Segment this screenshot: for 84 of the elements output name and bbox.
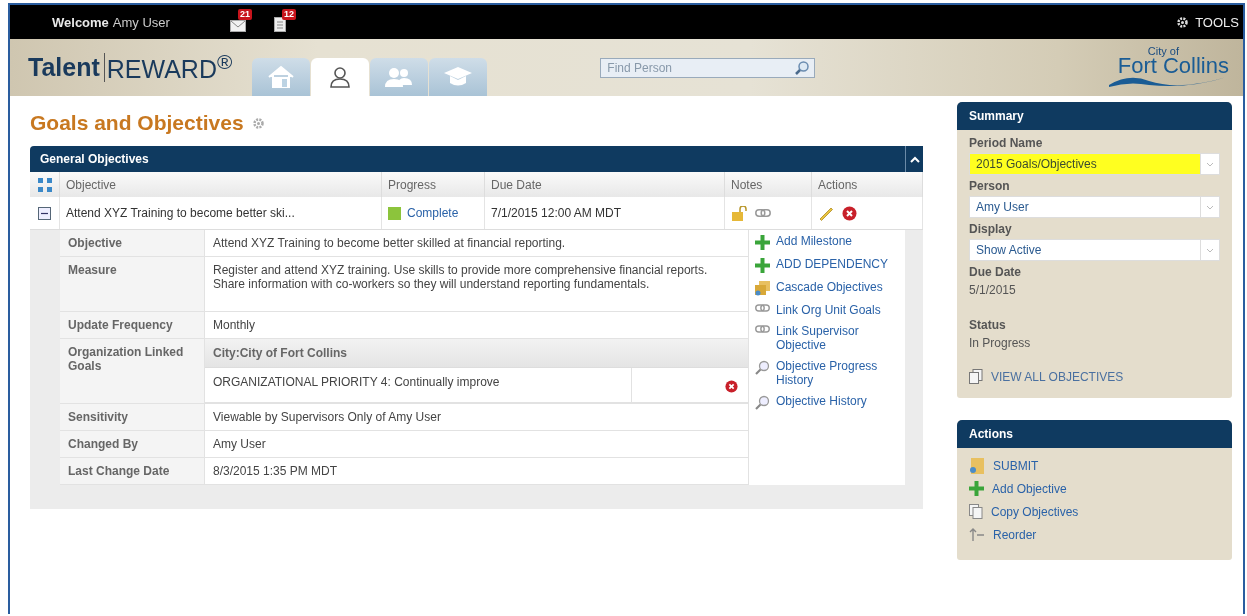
action-link[interactable]: ADD DEPENDENCY [776,257,889,271]
detail-label: Organization Linked Goals [60,339,205,404]
field-label: Status [969,318,1007,332]
detail-value: Amy User [205,431,748,458]
linked-goal: ORGANIZATIONAL PRIORITY 4: Continually improve [205,368,632,402]
field-label: Display [969,222,1013,236]
magnifier-icon [755,360,770,375]
action-link[interactable]: Objective History [776,394,867,408]
chevron-up-icon [909,155,920,163]
folders-icon [755,281,770,296]
field-label: Period Name [969,136,1044,150]
expand-all-icon[interactable] [36,176,53,193]
action-link[interactable]: Add Objective [992,481,1067,496]
user-name: Amy User [112,14,170,30]
table-cell: 7/1/2015 12:00 AM MDT [485,197,725,229]
field-label: Person [969,179,1011,193]
collapse-row-button[interactable] [38,206,51,220]
action-link[interactable]: SUBMIT [993,458,1039,473]
plus-icon [755,258,770,273]
chevron-down-icon [1206,247,1214,253]
dropdown[interactable]: Show Active [969,239,1220,261]
action-link[interactable]: Link Supervisor Objective [776,324,905,352]
reorder-icon [969,527,985,542]
collapse-button[interactable] [905,146,923,172]
link-icon[interactable] [755,209,771,217]
search-icon[interactable] [794,59,811,76]
action-link[interactable]: Cascade Objectives [776,280,883,294]
house-icon [267,65,296,89]
logo-text: Talent [28,53,105,82]
linked-group-header: City:City of Fort Collins [205,339,748,368]
field-value: In Progress [969,335,1032,351]
notification-count: 12 [281,9,296,20]
detail-label: Sensitivity [60,404,205,431]
mail-icon[interactable] [229,20,246,32]
action-link[interactable]: Add Milestone [776,234,853,248]
nav-tab[interactable] [311,58,370,96]
document-icon[interactable] [273,17,286,32]
people-icon [384,66,415,88]
link-icon [755,325,770,333]
welcome-text: Welcome [52,14,109,30]
search-field[interactable]: Find Person [600,57,816,78]
documents-icon [969,369,983,384]
submit-icon [969,457,985,474]
pencil-icon[interactable] [818,205,834,221]
detail-label: Last Change Date [60,458,205,485]
lock-icon[interactable] [731,205,747,221]
panel-title: Actions [957,420,1232,448]
field-label: Due Date [969,265,1022,279]
page-title: Goals and Objectives [30,111,244,135]
detail-label: Objective [60,230,205,257]
action-link[interactable]: Reorder [993,527,1037,542]
delete-icon[interactable] [725,380,738,393]
action-link[interactable]: Objective Progress History [776,359,905,387]
logo-text: REWARD$^{®}$ [105,50,233,85]
field-value: 5/1/2015 [969,282,1017,298]
detail-label: Measure [60,257,205,312]
panel-title: Summary [957,102,1232,130]
tools-menu[interactable]: TOOLS [1195,14,1239,30]
plus-icon [969,481,984,496]
plus-icon [755,235,770,250]
link-icon [755,304,770,312]
dropdown[interactable]: 2015 Goals/Objectives [969,153,1220,175]
detail-label: Changed By [60,431,205,458]
notification-count: 21 [237,9,252,20]
dropdown[interactable]: Amy User [969,196,1220,218]
view-all-link[interactable]: VIEW ALL OBJECTIVES [991,369,1124,384]
detail-value: Register and attend XYZ training. Use skills to provide more comprehensive financial reports. Share information with co-workers so they will understand reporting fundamentals. [205,257,748,312]
detail-value: 8/3/2015 1:35 PM MDT [205,458,748,485]
city-logo-text: City of [1147,46,1179,57]
action-link[interactable]: Link Org Unit Goals [776,303,881,317]
gear-icon[interactable] [1176,15,1190,29]
action-link[interactable]: Copy Objectives [991,504,1079,519]
person-icon [328,65,353,89]
panel-title: General Objectives [40,152,149,166]
detail-label: Update Frequency [60,312,205,339]
detail-value: Viewable by Supervisors Only of Amy User [205,404,748,431]
delete-icon[interactable] [842,205,857,221]
chevron-down-icon [1206,204,1214,210]
magnifier-icon [755,395,770,410]
table-cell: Attend XYZ Training to become better ski... [60,197,382,229]
detail-value: Attend XYZ Training to become better skilled at financial reporting. [205,230,748,257]
copy-icon [969,504,983,519]
progress-link[interactable]: Complete [407,206,459,220]
chevron-down-icon [1206,161,1214,167]
